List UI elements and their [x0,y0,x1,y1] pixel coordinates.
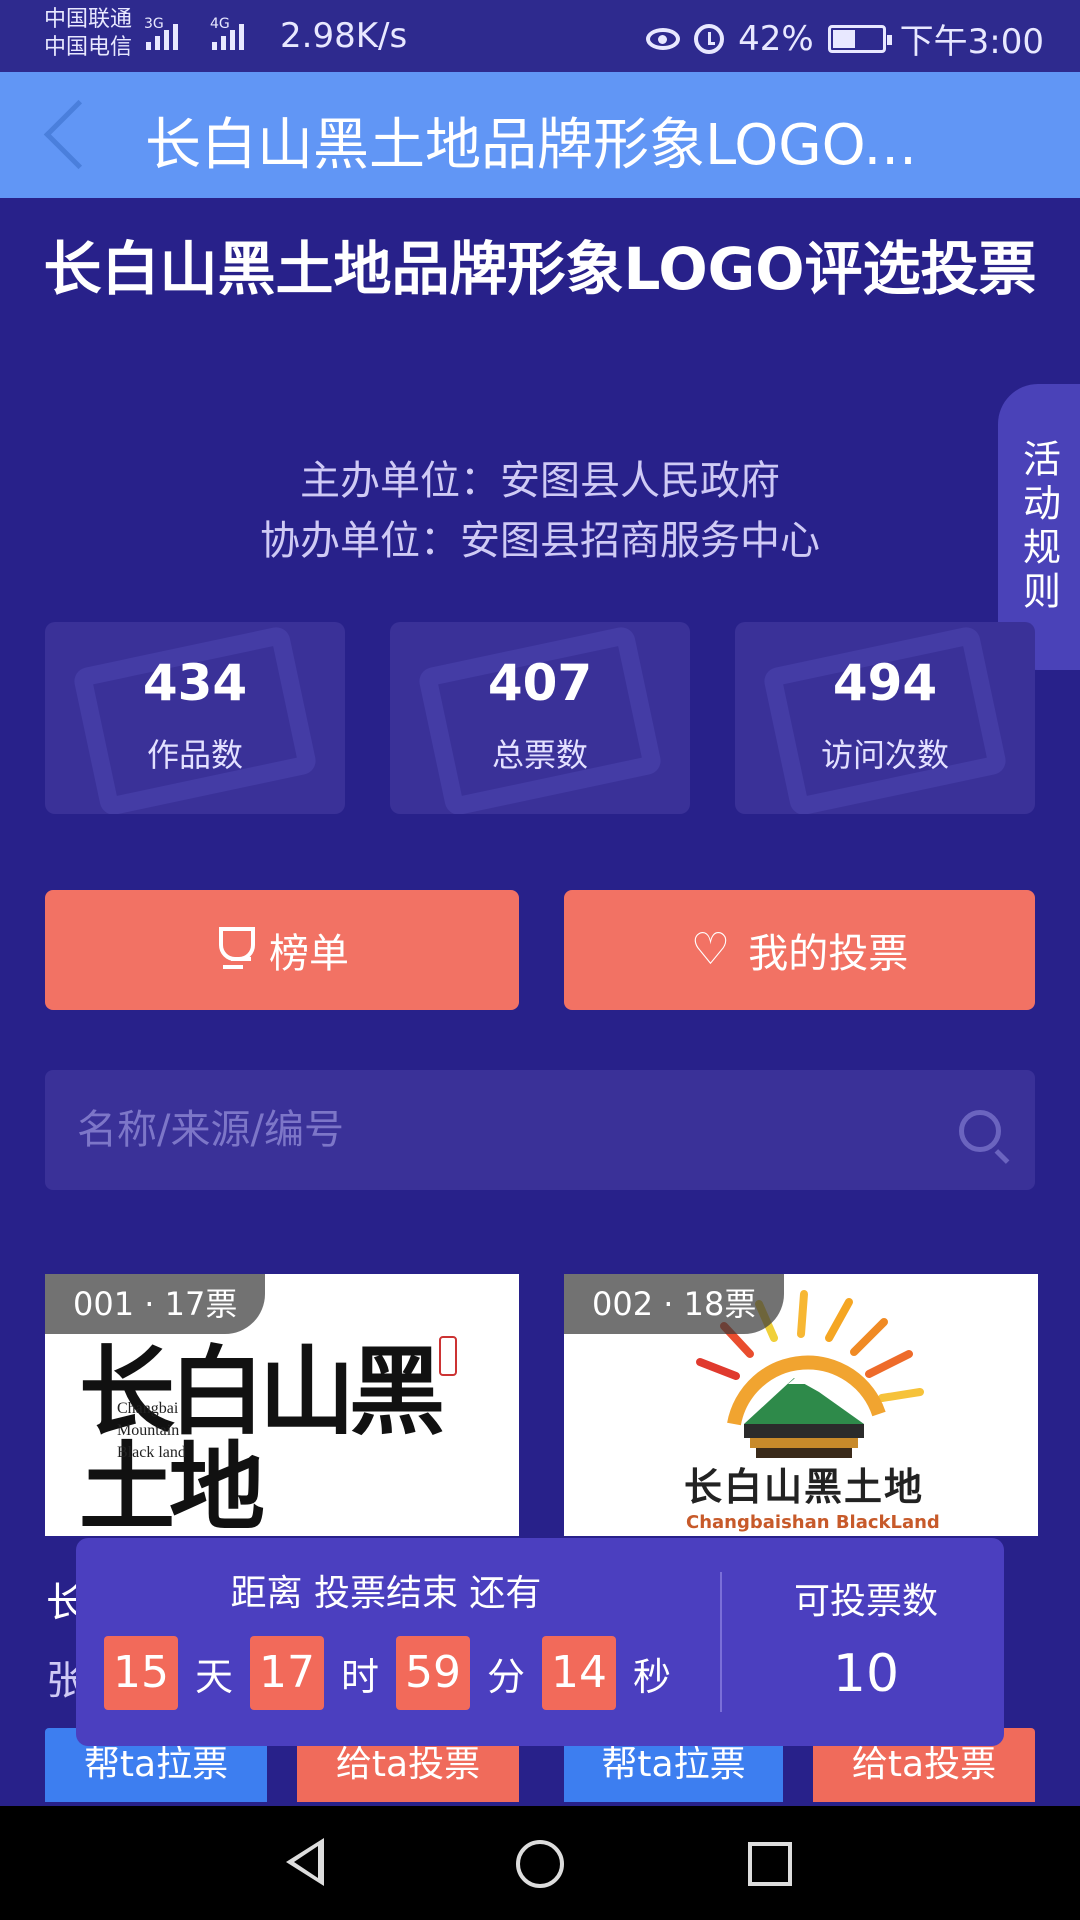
stat-value: 434 [142,654,248,712]
alarm-icon [694,23,725,54]
unit-label: 秒 [632,1654,671,1699]
entry-badge: 001 · 17票 [45,1274,266,1334]
seal-stamp [439,1336,457,1376]
countdown-seconds: 14 [542,1636,616,1710]
divider [720,1572,722,1712]
carrier-labels: 中国联通 中国电信 [44,6,132,62]
my-votes-button[interactable]: ♡ 我的投票 [564,890,1035,1010]
nav-bar: 长白山黑土地品牌形象LOGO... [0,72,1080,198]
search-bar [45,1070,1035,1190]
eye-icon [646,27,681,50]
signal-icon: 3G [144,16,178,50]
countdown-panel: 距离 投票结束 还有 15 天 17 时 59 分 14 秒 可投票数 10 [76,1538,1004,1746]
stat-label: 总票数 [491,736,588,774]
entry-card-1[interactable]: 长白山黑土地 Changbai Mountain Black land 001 … [45,1274,519,1536]
unit-label: 分 [486,1654,525,1699]
entry-badge: 002 · 18票 [564,1274,785,1334]
ranking-button[interactable]: 榜单 [45,890,519,1010]
stat-label: 作品数 [146,736,243,774]
host-org: 主办单位：安图县人民政府 [300,458,780,504]
unit-label: 时 [340,1654,379,1699]
heart-icon: ♡ [690,924,731,975]
search-icon[interactable] [959,1110,1001,1152]
nav-title: 长白山黑土地品牌形象LOGO... [145,113,917,178]
battery-percent: 42% [738,18,814,59]
countdown-days: 15 [104,1636,178,1710]
stat-value: 407 [487,654,593,712]
stat-value: 494 [832,654,938,712]
battery-icon [827,24,892,53]
signal-icon: 4G [210,16,244,50]
system-nav-bar [0,1806,1080,1920]
countdown-heading: 距离 投票结束 还有 [230,1573,542,1614]
stat-votes: 407 总票数 [390,622,690,814]
trophy-icon [215,927,255,973]
countdown-timer: 15 天 17 时 59 分 14 秒 [104,1636,688,1710]
ranking-label: 榜单 [269,931,349,977]
logo-english: Changbaishan BlackLand [686,1512,940,1533]
rules-tab-label: 活动规则 [1016,439,1061,615]
recents-nav-icon[interactable] [748,1842,792,1886]
home-nav-icon[interactable] [516,1840,564,1888]
my-votes-label: 我的投票 [748,931,909,977]
carrier-1: 中国联通 [44,7,133,32]
clock-time: 下午3:00 [899,22,1044,62]
search-input[interactable] [75,1070,935,1190]
countdown-hours: 17 [250,1636,324,1710]
entry-card-2[interactable]: 长白山黑土地 Changbaishan BlackLand 002 · 18票 [564,1274,1038,1536]
network-speed: 2.98K/s [280,16,408,56]
stat-works: 434 作品数 [45,622,345,814]
logo-english: Changbai Mountain Black land [117,1400,186,1461]
status-bar: 中国联通 中国电信 3G 4G 2.98K/s 42% 下午3:00 [0,0,1080,72]
unit-label: 天 [194,1654,233,1699]
stat-label: 访问次数 [820,736,949,774]
carrier-2: 中国电信 [44,35,133,60]
remaining-votes-value: 10 [832,1644,900,1704]
entry-logo-image: 长白山黑土地 Changbai Mountain Black land [69,1334,509,1536]
countdown-minutes: 59 [396,1636,470,1710]
back-icon[interactable] [40,98,100,172]
cohost-org: 协办单位：安图县招商服务中心 [260,518,820,564]
back-nav-icon[interactable] [286,1838,324,1886]
remaining-votes-label: 可投票数 [793,1581,938,1622]
stat-visits: 494 访问次数 [735,622,1035,814]
page-title: 长白山黑土地品牌形象LOGO评选投票 [43,235,1037,303]
logo-chinese: 长白山黑土地 [684,1465,924,1509]
